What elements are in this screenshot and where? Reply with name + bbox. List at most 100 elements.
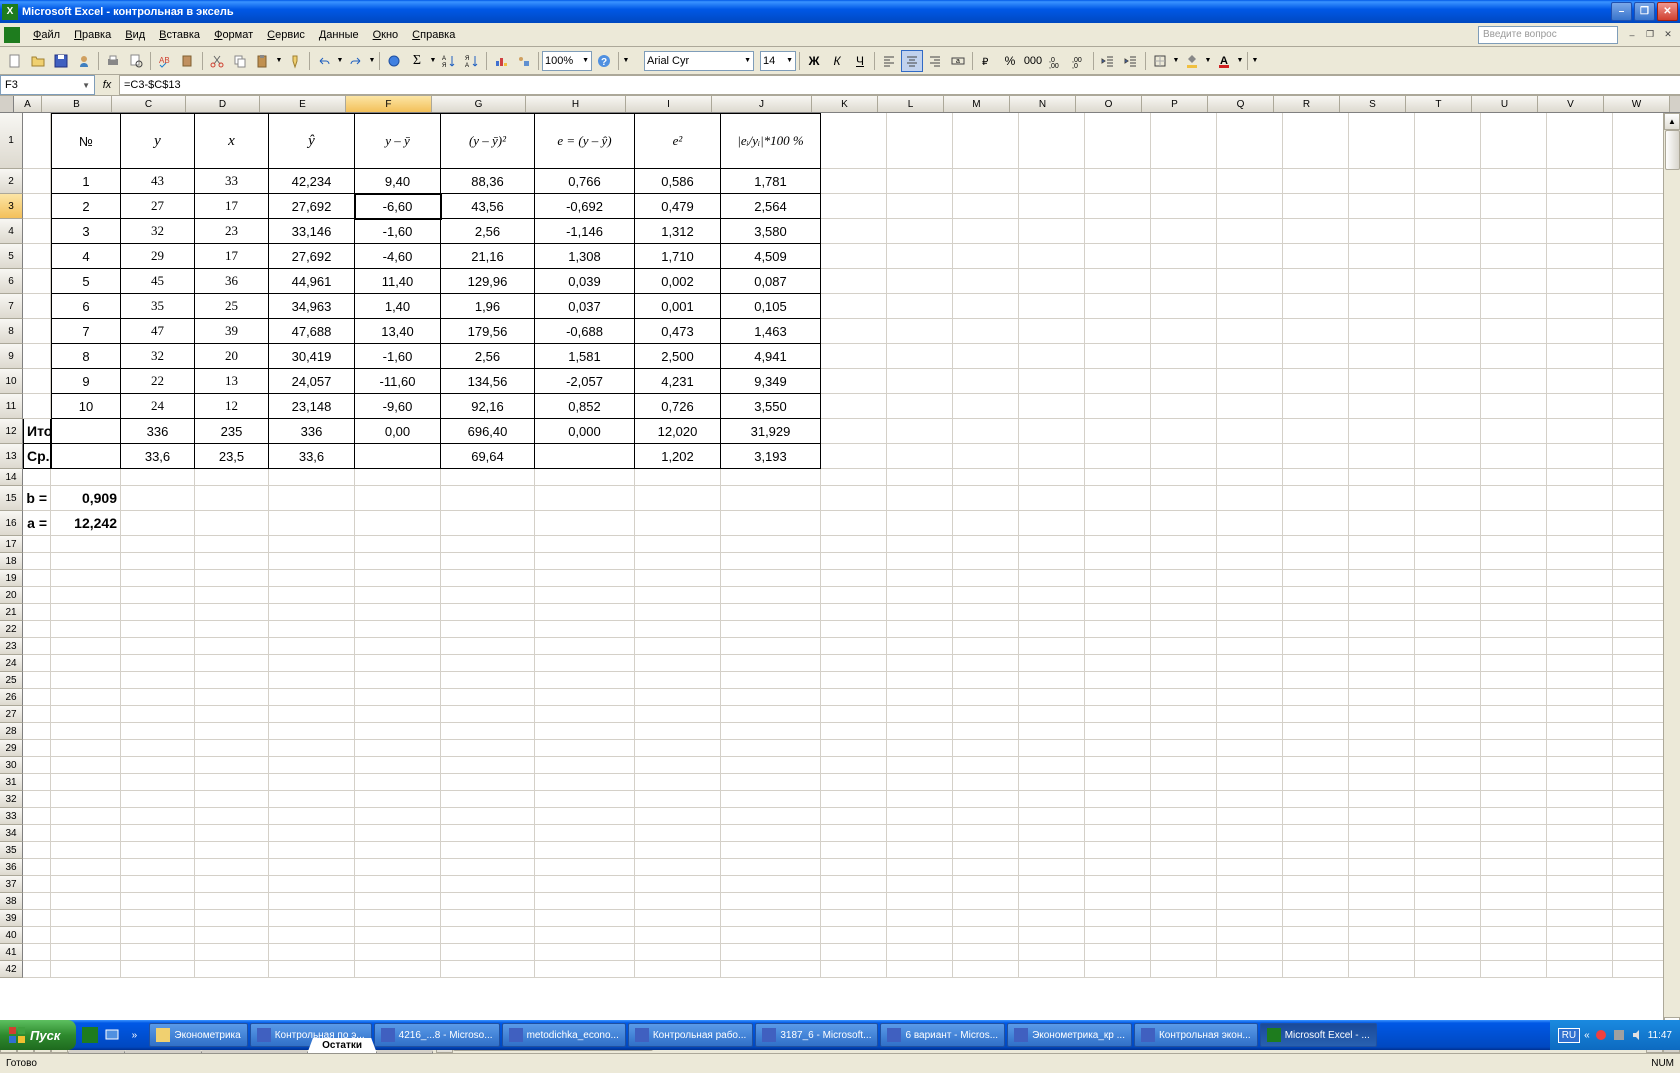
cell[interactable]: [1151, 244, 1217, 269]
cell[interactable]: b =: [23, 486, 51, 511]
help-button[interactable]: ?: [593, 50, 615, 72]
cell[interactable]: [1349, 689, 1415, 706]
cell[interactable]: [1283, 689, 1349, 706]
cell[interactable]: [441, 808, 535, 825]
cell[interactable]: [355, 689, 441, 706]
cell[interactable]: [1151, 621, 1217, 638]
autosum-button[interactable]: Σ: [406, 50, 428, 72]
cell[interactable]: [1151, 486, 1217, 511]
cell[interactable]: a =: [23, 511, 51, 536]
cell[interactable]: [721, 825, 821, 842]
taskbar-item-3[interactable]: metodichka_econo...: [502, 1023, 626, 1047]
cell[interactable]: [1151, 723, 1217, 740]
cell[interactable]: [1547, 757, 1613, 774]
cell[interactable]: [887, 876, 953, 893]
cell[interactable]: [887, 859, 953, 876]
cell[interactable]: [1217, 536, 1283, 553]
cell[interactable]: [1283, 486, 1349, 511]
minimize-button[interactable]: –: [1611, 2, 1632, 21]
clock[interactable]: 11:47: [1648, 1030, 1672, 1041]
cell[interactable]: [1283, 419, 1349, 444]
cell[interactable]: [821, 113, 887, 169]
cell[interactable]: 1,581: [535, 344, 635, 369]
cell[interactable]: [953, 825, 1019, 842]
cell[interactable]: [23, 604, 51, 621]
cell[interactable]: [1217, 638, 1283, 655]
cell[interactable]: [721, 689, 821, 706]
col-header-T[interactable]: T: [1406, 96, 1472, 112]
cell[interactable]: 8: [51, 344, 121, 369]
cell[interactable]: [1415, 169, 1481, 194]
col-header-G[interactable]: G: [432, 96, 526, 112]
cell[interactable]: [721, 961, 821, 978]
row-header-14[interactable]: 14: [0, 469, 23, 486]
cell[interactable]: [195, 689, 269, 706]
cell[interactable]: [1349, 791, 1415, 808]
cell[interactable]: [1085, 927, 1151, 944]
cell[interactable]: [195, 570, 269, 587]
cell[interactable]: [269, 757, 355, 774]
cell[interactable]: 35: [121, 294, 195, 319]
cell[interactable]: 4,941: [721, 344, 821, 369]
cell[interactable]: [1019, 219, 1085, 244]
cell[interactable]: [1415, 723, 1481, 740]
cell[interactable]: [1547, 910, 1613, 927]
cell[interactable]: [887, 394, 953, 419]
cell[interactable]: [1085, 113, 1151, 169]
cell[interactable]: [1415, 961, 1481, 978]
cell[interactable]: [1415, 486, 1481, 511]
cell[interactable]: [1481, 194, 1547, 219]
cell[interactable]: [1217, 655, 1283, 672]
tray-chevron-icon[interactable]: «: [1584, 1030, 1590, 1041]
cell[interactable]: [441, 469, 535, 486]
cell[interactable]: [1547, 893, 1613, 910]
cell[interactable]: [441, 859, 535, 876]
cell[interactable]: [887, 791, 953, 808]
cell[interactable]: 336: [269, 419, 355, 444]
cell[interactable]: [1481, 604, 1547, 621]
cell[interactable]: [1217, 944, 1283, 961]
cell[interactable]: [355, 723, 441, 740]
format-painter-button[interactable]: [284, 50, 306, 72]
cell[interactable]: [23, 672, 51, 689]
cell[interactable]: [51, 655, 121, 672]
cell[interactable]: [887, 511, 953, 536]
cell[interactable]: [1085, 910, 1151, 927]
cell[interactable]: [23, 961, 51, 978]
tray-icon-2[interactable]: [1612, 1028, 1626, 1042]
cell[interactable]: [1283, 893, 1349, 910]
cell[interactable]: [23, 621, 51, 638]
cell[interactable]: [821, 587, 887, 604]
cell[interactable]: [1283, 244, 1349, 269]
vscroll-thumb[interactable]: [1665, 130, 1680, 170]
cell[interactable]: [1085, 944, 1151, 961]
cell[interactable]: [355, 706, 441, 723]
cell[interactable]: [355, 774, 441, 791]
row-header-32[interactable]: 32: [0, 791, 23, 808]
cell[interactable]: [1547, 319, 1613, 344]
cell[interactable]: [721, 604, 821, 621]
cell[interactable]: [441, 944, 535, 961]
cell[interactable]: [535, 570, 635, 587]
cell[interactable]: [441, 638, 535, 655]
cell[interactable]: [1085, 587, 1151, 604]
cell[interactable]: [269, 740, 355, 757]
cell[interactable]: [1019, 910, 1085, 927]
cell[interactable]: 33,6: [121, 444, 195, 469]
cell[interactable]: [441, 604, 535, 621]
cell[interactable]: 13: [195, 369, 269, 394]
cell[interactable]: [1019, 587, 1085, 604]
cell[interactable]: [887, 604, 953, 621]
cell[interactable]: [1283, 638, 1349, 655]
cell[interactable]: [821, 808, 887, 825]
cell[interactable]: [1085, 511, 1151, 536]
menu-файл[interactable]: Файл: [26, 27, 67, 43]
cell[interactable]: [1547, 469, 1613, 486]
cell[interactable]: [721, 893, 821, 910]
cell[interactable]: [1151, 842, 1217, 859]
cell[interactable]: [1547, 740, 1613, 757]
row-header-29[interactable]: 29: [0, 740, 23, 757]
cell[interactable]: [1547, 655, 1613, 672]
cell[interactable]: [887, 842, 953, 859]
cell[interactable]: [1547, 113, 1613, 169]
